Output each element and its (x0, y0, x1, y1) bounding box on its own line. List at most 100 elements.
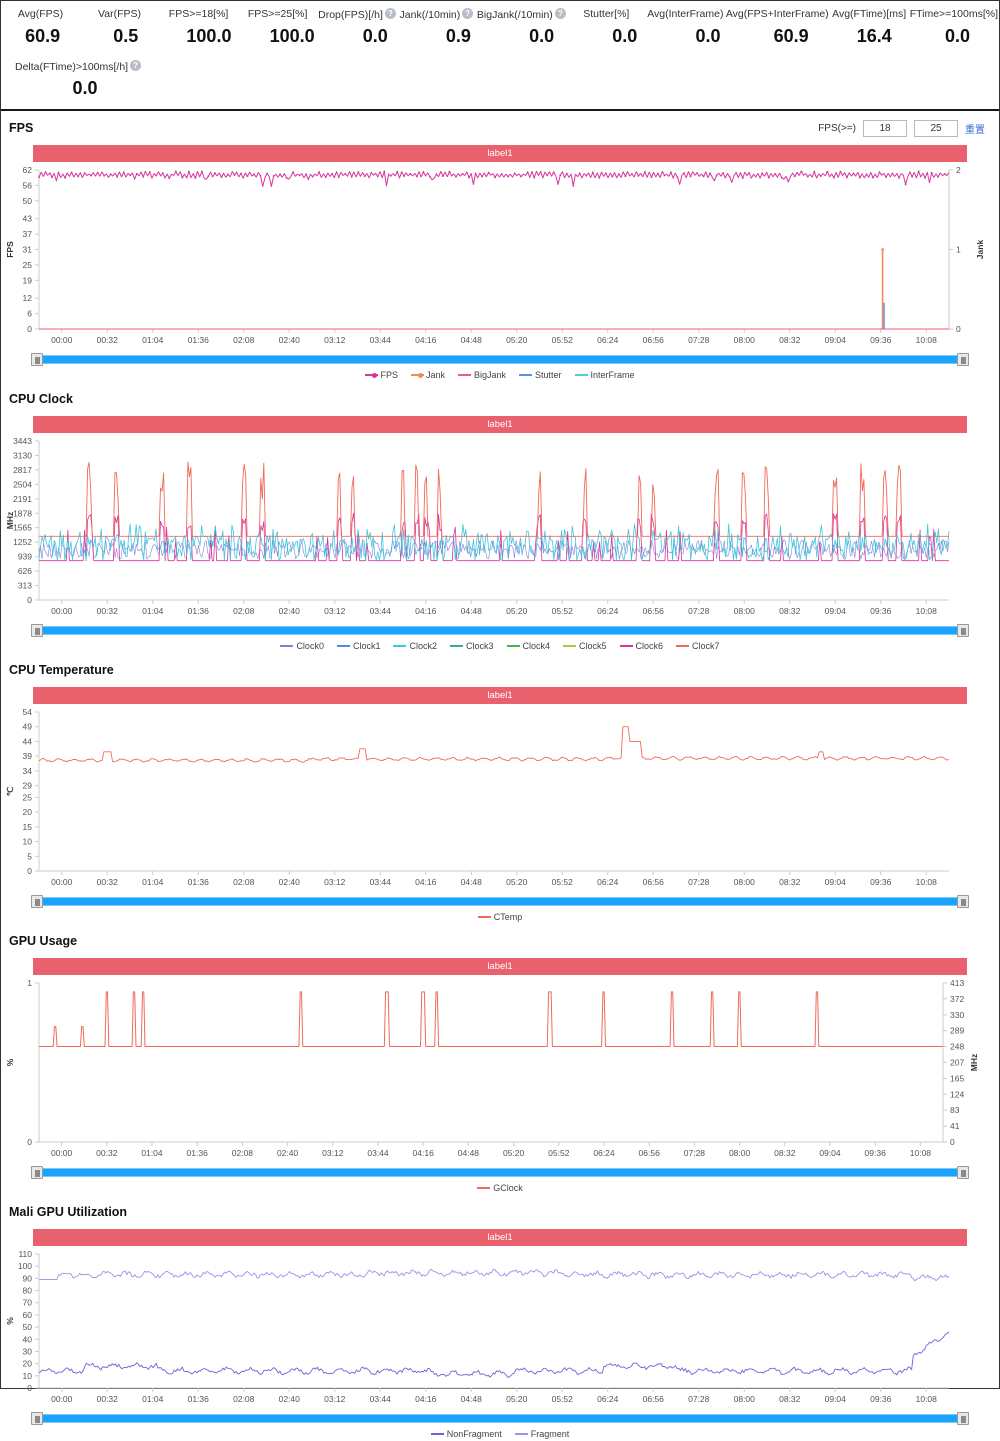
summary-secondary-header-row: Delta(FTime)>100ms[/h]? (1, 53, 999, 76)
legend-item-gclock[interactable]: GClock (477, 1183, 523, 1193)
cpu-temperature-datazoom-slider[interactable] (31, 895, 969, 908)
svg-text:05:52: 05:52 (548, 1148, 570, 1158)
gpu-usage-slider-handle-right[interactable] (957, 1166, 969, 1179)
fps-slider-handle-left[interactable] (31, 353, 43, 366)
help-icon[interactable]: ? (462, 8, 474, 19)
svg-text:0: 0 (950, 1137, 955, 1147)
help-icon[interactable]: ? (554, 8, 566, 19)
svg-text:05:20: 05:20 (506, 1394, 528, 1404)
cpu-clock-slider-handle-left[interactable] (31, 624, 43, 637)
gpu-usage-slider-handle-left[interactable] (31, 1166, 43, 1179)
svg-text:FPS: FPS (5, 241, 15, 258)
mali-gpu-datazoom-slider[interactable] (31, 1412, 969, 1425)
grip-icon (961, 899, 966, 906)
svg-text:07:28: 07:28 (688, 335, 710, 345)
svg-text:1: 1 (956, 245, 961, 255)
mali-gpu-slider-handle-left[interactable] (31, 1412, 43, 1425)
fps-reset-link[interactable]: 重置 (965, 121, 985, 136)
legend-item-clock1[interactable]: Clock1 (336, 641, 380, 651)
gpu-usage-plot[interactable]: 0 1% 0 41 83 124 165 207 248 289 330 372 413 MHz 00:00… (1, 979, 999, 1164)
cpu-clock-slider-handle-right[interactable] (957, 624, 969, 637)
svg-text:1878: 1878 (13, 508, 32, 518)
gpu-usage-chart-title: GPU Usage (9, 934, 78, 948)
help-icon[interactable]: ? (384, 8, 396, 19)
cpu-temperature-plot[interactable]: 0 5 10 15 20 25 29 34 39 44 49 54 ℃ 00:00 00:32 01:04 01… (1, 708, 999, 893)
fps-threshold-low-input[interactable]: 18 (863, 119, 907, 137)
fps-plot[interactable]: 0 6 12 19 25 31 37 43 50 56 62 FPS 0 1 2 Jank 00:00 00:32… (1, 166, 999, 351)
cpu-temperature-slider-handle-left[interactable] (31, 895, 43, 908)
mali-gpu-plot[interactable]: 0 10 20 30 40 50 60 70 80 90 100 110% 00:00 00:32 01:0… (1, 1250, 999, 1410)
svg-text:06:24: 06:24 (597, 1394, 619, 1404)
legend-item-clock4[interactable]: Clock4 (506, 641, 550, 651)
svg-text:83: 83 (950, 1105, 960, 1115)
fps-threshold-high-input[interactable]: 25 (914, 119, 958, 137)
cpu-clock-datazoom-slider[interactable] (31, 624, 969, 637)
svg-text:03:44: 03:44 (370, 335, 392, 345)
svg-text:39: 39 (23, 751, 33, 761)
legend-item-fps[interactable]: FPS (365, 370, 398, 380)
svg-text:06:56: 06:56 (639, 1148, 661, 1158)
summary-metric-value: 100.0 (269, 26, 315, 46)
legend-item-nonfragment[interactable]: NonFragment (430, 1429, 502, 1439)
summary-metric-label: Var(FPS) (98, 8, 142, 20)
svg-text:56: 56 (23, 180, 33, 190)
svg-text:41: 41 (950, 1121, 960, 1131)
fps-threshold-controls: FPS(>=) 18 25 重置 (818, 119, 985, 137)
gpu-usage-slider-track[interactable] (39, 1168, 961, 1177)
summary-metric-label: FTime>=100ms[%] (909, 8, 998, 20)
mali-gpu-legend[interactable]: NonFragment Fragment (1, 1425, 999, 1441)
svg-text:06:24: 06:24 (597, 335, 619, 345)
cpu-clock-slider-track[interactable] (39, 626, 961, 635)
svg-text:49: 49 (23, 722, 33, 732)
legend-item-clock2[interactable]: Clock2 (393, 641, 437, 651)
legend-item-ctemp[interactable]: CTemp (477, 912, 522, 922)
gpu-usage-datazoom-slider[interactable] (31, 1166, 969, 1179)
svg-text:%: % (5, 1317, 15, 1325)
svg-text:07:28: 07:28 (688, 877, 710, 887)
svg-text:02:08: 02:08 (232, 1148, 254, 1158)
gpu-usage-legend[interactable]: GClock (1, 1179, 999, 1195)
legend-item-clock7[interactable]: Clock7 (676, 641, 720, 651)
svg-text:19: 19 (23, 275, 33, 285)
fps-slider-track[interactable] (39, 355, 961, 364)
summary-metric-value: 0.0 (362, 26, 388, 46)
gpu-usage-chart-header: GPU Usage (1, 930, 999, 952)
cpu-clock-chart-block: CPU Clock label1 0 313 626 939 1252 1565 1878 2… (1, 382, 999, 653)
fps-slider-handle-right[interactable] (957, 353, 969, 366)
legend-item-stutter[interactable]: Stutter (519, 370, 562, 380)
legend-item-clock3[interactable]: Clock3 (449, 641, 494, 651)
fps-legend[interactable]: FPS Jank BigJank Stutter InterFrame (1, 366, 999, 382)
legend-item-clock5[interactable]: Clock5 (563, 641, 607, 651)
svg-text:50: 50 (23, 196, 33, 206)
legend-item-bigjank[interactable]: BigJank (457, 370, 507, 380)
mali-gpu-slider-handle-right[interactable] (957, 1412, 969, 1425)
help-icon[interactable]: ? (130, 60, 142, 71)
cpu-clock-plot[interactable]: 0 313 626 939 1252 1565 1878 2191 2504 2817 3130 34… (1, 437, 999, 622)
svg-text:90: 90 (23, 1273, 33, 1283)
cpu-temperature-legend[interactable]: CTemp (1, 908, 999, 924)
svg-text:37: 37 (23, 229, 33, 239)
summary-metric-label: Avg(FPS+InterFrame) (725, 8, 829, 20)
svg-text:04:48: 04:48 (458, 1148, 480, 1158)
fps-datazoom-slider[interactable] (31, 353, 969, 366)
mali-gpu-slider-track[interactable] (39, 1414, 961, 1423)
svg-text:℃: ℃ (5, 786, 15, 796)
summary-metric-label: Stutter[%] (583, 8, 630, 20)
svg-text:2504: 2504 (13, 479, 32, 489)
legend-color-swatch (430, 1433, 444, 1435)
svg-text:08:00: 08:00 (729, 1148, 751, 1158)
cpu-temperature-slider-handle-right[interactable] (957, 895, 969, 908)
legend-item-clock6[interactable]: Clock6 (619, 641, 663, 651)
legend-item-clock0[interactable]: Clock0 (280, 641, 324, 651)
cpu-clock-legend[interactable]: Clock0 Clock1 Clock2 Clock3 Clock4 Clock5 Cloc… (1, 637, 999, 653)
svg-text:2191: 2191 (13, 494, 32, 504)
legend-item-fragment[interactable]: Fragment (514, 1429, 569, 1439)
summary-metric-label: Jank(/10min)? (397, 1, 476, 24)
svg-text:939: 939 (18, 552, 32, 562)
legend-item-jank[interactable]: Jank (410, 370, 445, 380)
cpu-temperature-slider-track[interactable] (39, 897, 961, 906)
svg-text:05:20: 05:20 (506, 606, 528, 616)
legend-color-swatch (619, 645, 633, 647)
legend-label: BigJank (473, 370, 507, 380)
legend-item-interframe[interactable]: InterFrame (574, 370, 635, 380)
